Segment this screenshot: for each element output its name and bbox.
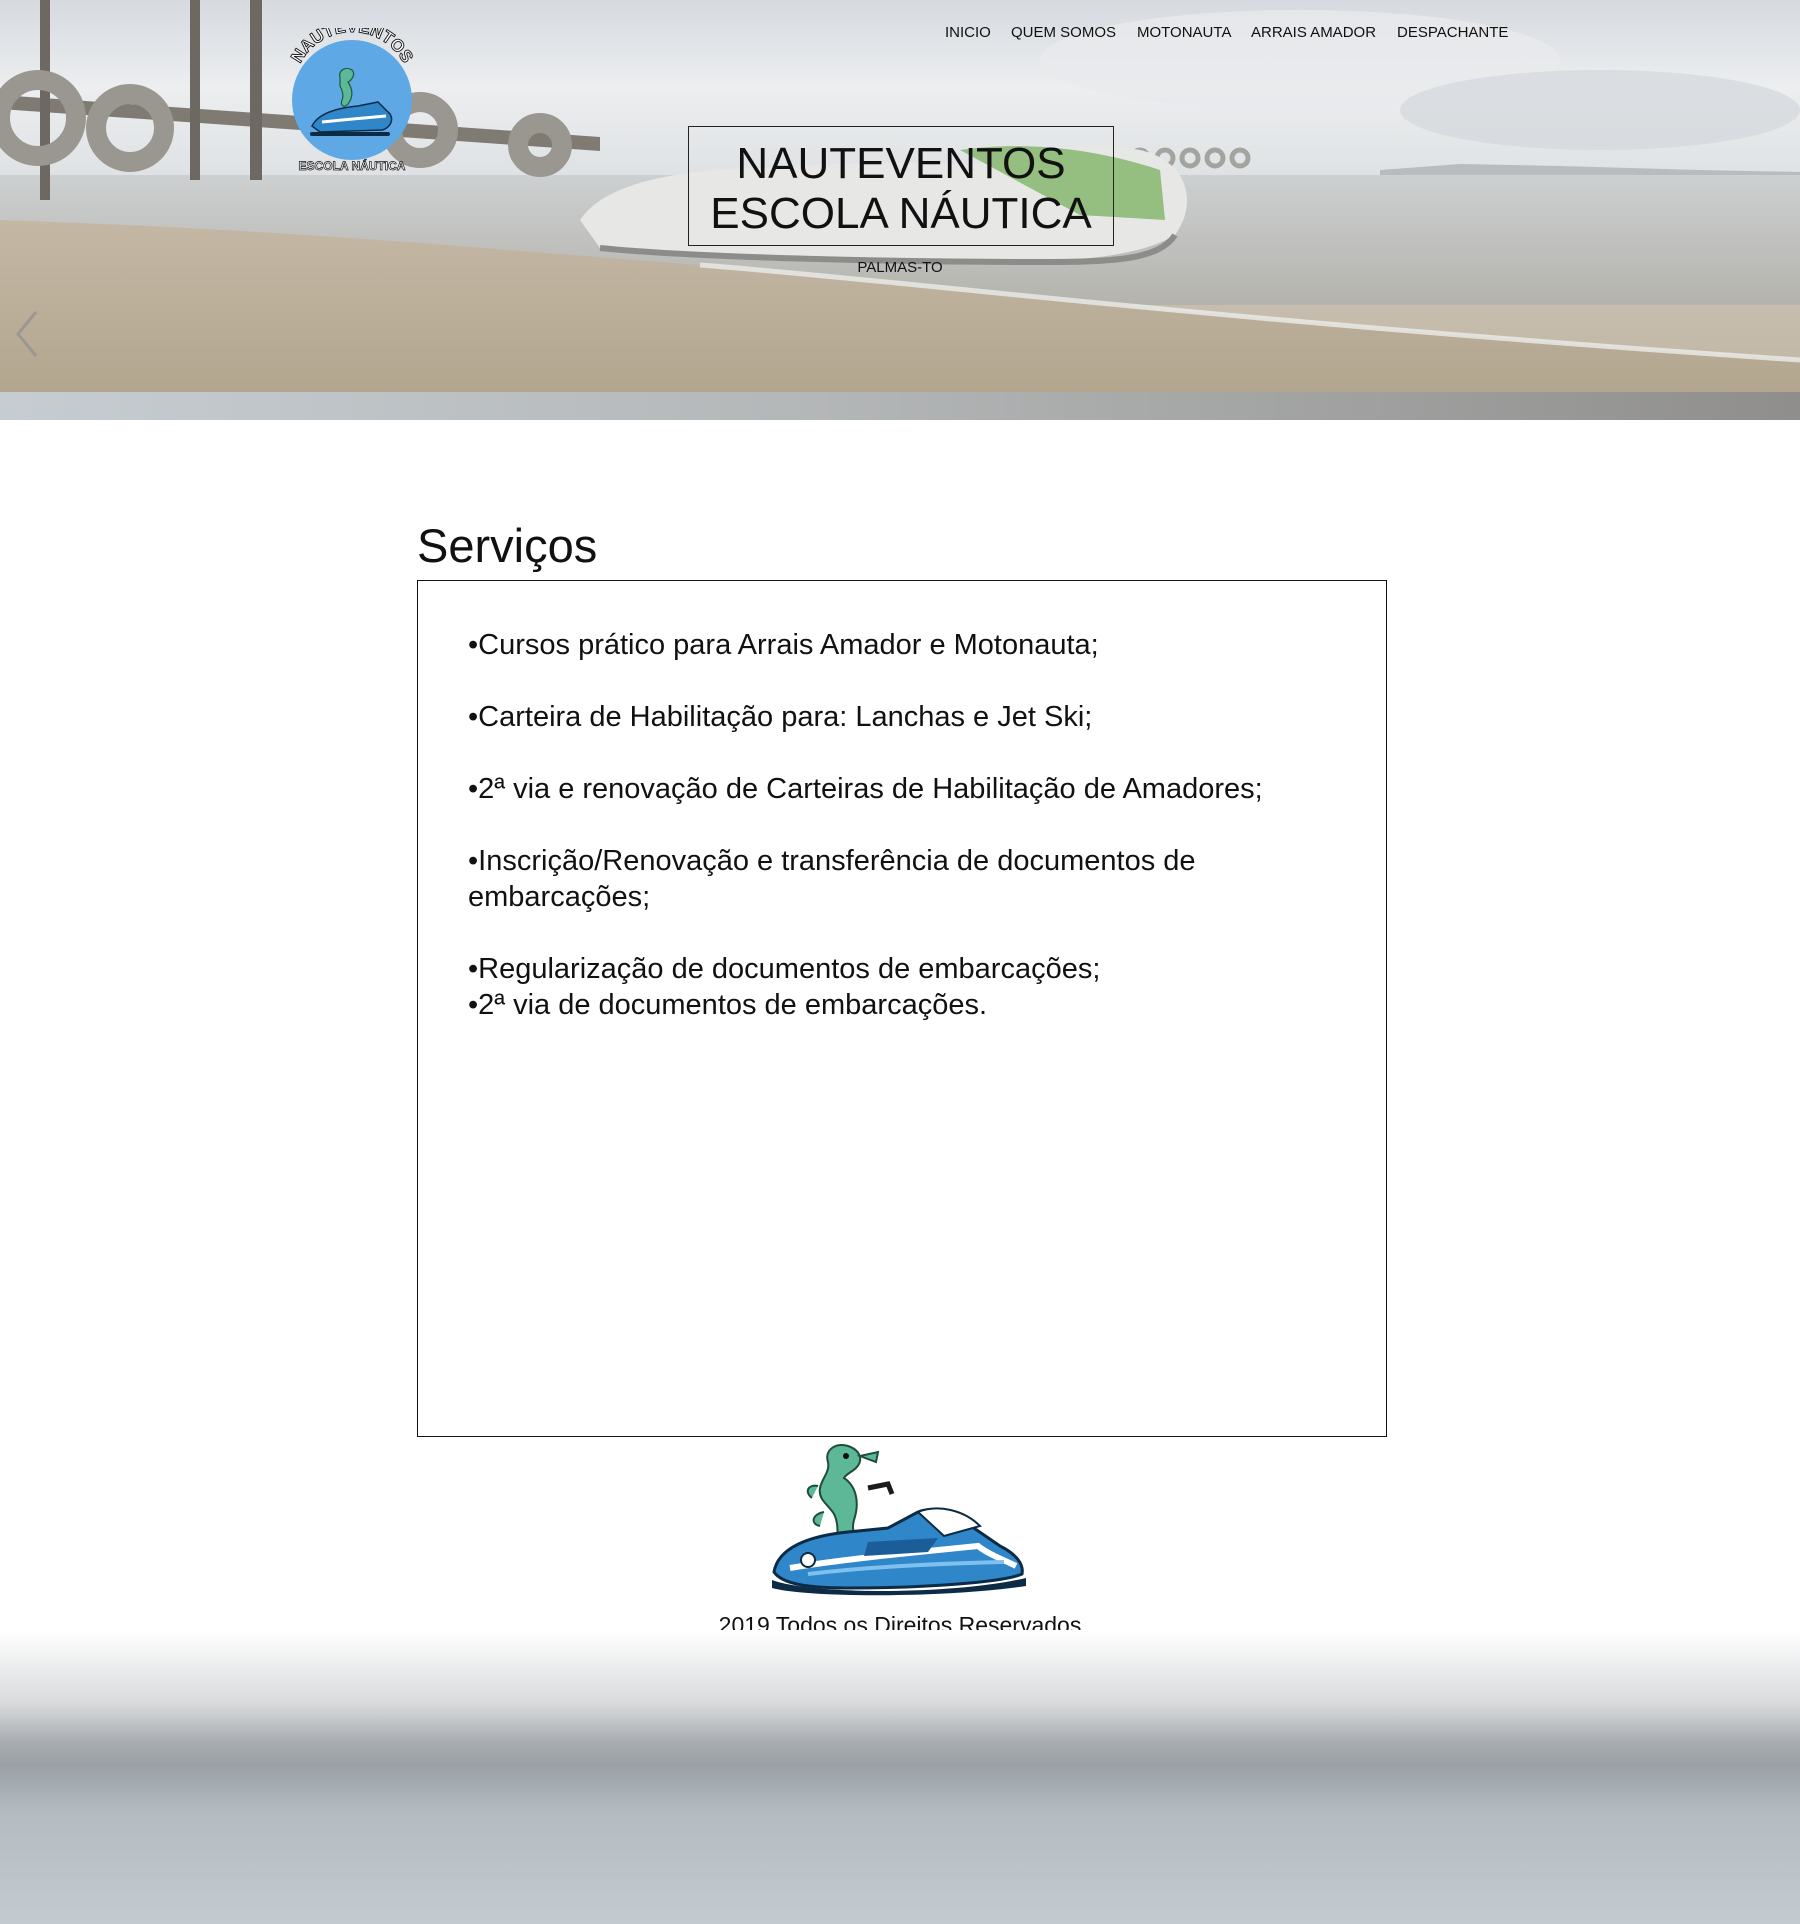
services-heading: Serviços: [417, 519, 598, 572]
svg-text:ESCOLA NÁUTICA: ESCOLA NÁUTICA: [299, 158, 406, 173]
hero-title-box: NAUTEVENTOS ESCOLA NÁUTICA: [688, 126, 1114, 246]
services-box: •Cursos prático para Arrais Amador e Mot…: [417, 580, 1387, 1437]
hero-banner: INICIO QUEM SOMOS MOTONAUTA ARRAIS AMADO…: [0, 0, 1800, 420]
chevron-left-icon[interactable]: [14, 310, 40, 358]
services-list: •Cursos prático para Arrais Amador e Mot…: [468, 627, 1328, 1023]
nav-item-arrais-amador[interactable]: ARRAIS AMADOR: [1251, 24, 1376, 41]
list-item: •Carteira de Habilitação para: Lanchas e…: [468, 701, 1093, 733]
nav-item-inicio[interactable]: INICIO: [945, 24, 991, 41]
list-item: •Regularização de documentos de embarcaç…: [468, 953, 1101, 985]
nav-item-despachante[interactable]: DESPACHANTE: [1397, 24, 1508, 41]
list-item: •Cursos prático para Arrais Amador e Mot…: [468, 629, 1099, 661]
nav-item-motonauta[interactable]: MOTONAUTA: [1137, 24, 1231, 41]
footer-background: [0, 1630, 1800, 1924]
list-item: •2ª via e renovação de Carteiras de Habi…: [468, 773, 1263, 805]
list-item: •Inscrição/Renovação e transferência de …: [468, 845, 1196, 913]
nav-item-quem-somos[interactable]: QUEM SOMOS: [1011, 24, 1116, 41]
main-nav: INICIO QUEM SOMOS MOTONAUTA ARRAIS AMADO…: [0, 24, 1800, 48]
hero-location: PALMAS-TO: [857, 259, 943, 276]
hero-bottom-strip: [0, 392, 1800, 420]
hero-title-line-1: NAUTEVENTOS: [736, 139, 1066, 188]
list-item: •2ª via de documentos de embarcações.: [468, 989, 988, 1021]
seahorse-jetski-icon: [772, 1444, 1026, 1596]
brand-logo[interactable]: NAUTEVENTOS ESCOLA NÁUTICA: [282, 17, 422, 178]
hero-title-line-2: ESCOLA NÁUTICA: [710, 189, 1092, 238]
